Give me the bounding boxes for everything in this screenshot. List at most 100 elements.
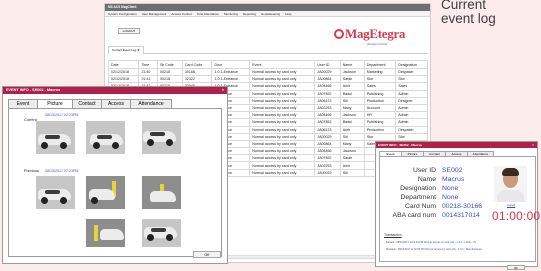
logo-mark-icon (334, 29, 344, 39)
logout-button[interactable]: LOGOUT (118, 28, 140, 34)
current-time: 08/13/2017 02:23PM (45, 113, 79, 117)
previous-time: 08/13/2017 07:23PM (45, 169, 79, 173)
menu-reporting[interactable]: Reporting (243, 11, 256, 16)
event-info-dialog-pictures: EVENT INFO - SE002 - Macrus × Event Pict… (2, 86, 228, 264)
table-cell: Publishing (363, 118, 397, 127)
table-cell: Normal access by card only (249, 75, 316, 84)
table-cell: Normal access by card only (249, 96, 316, 105)
dialog-title-bar: EVENT INFO - SE002 - Macrus × (376, 142, 537, 148)
column-header[interactable]: Department (363, 60, 397, 69)
table-cell: Designer (395, 96, 428, 105)
table-cell: JA04466 (314, 147, 341, 156)
table-cell: JA06123 (314, 125, 341, 134)
close-icon[interactable]: × (222, 87, 224, 94)
dialog-title-bar: EVENT INFO - SE002 - Macrus × (3, 87, 227, 94)
table-cell: 00218 (156, 67, 183, 77)
close-icon[interactable]: × (532, 142, 534, 148)
menu-monitoring[interactable]: Monitoring (224, 11, 238, 16)
table-cell: Normal access by card only (249, 125, 316, 134)
table-cell: Many (339, 103, 365, 113)
table-cell: Stor (363, 132, 397, 141)
transaction-text: 08/13/2017 at 02:25 PM Normal access by … (397, 248, 483, 251)
dialog-title: EVENT INFO - SE002 - Macrus (378, 143, 423, 147)
table-cell: 32322 (181, 75, 213, 84)
column-header[interactable]: Designation (395, 60, 428, 69)
camera-photo[interactable] (142, 219, 181, 247)
aba-card-num-value: 0014317014 (442, 212, 480, 219)
table-cell: 02/12/2018 (107, 75, 140, 84)
transaction-label: Previous : (386, 248, 398, 251)
table-cell: Admin (395, 118, 428, 127)
table-cell: Badul (339, 118, 365, 127)
table-cell: Sarah (339, 154, 365, 163)
table-cell: JA07852 (314, 154, 341, 163)
designation-label: Designation (400, 185, 436, 192)
table-cell: HR (363, 111, 397, 120)
table-cell: JA06123 (314, 96, 341, 105)
table-cell: Jackson (339, 67, 365, 77)
column-header[interactable]: Sit Code (156, 60, 183, 69)
table-cell: Normal access by card only (249, 147, 316, 156)
column-header[interactable]: Time (138, 60, 158, 69)
transaction-heading: Transaction (384, 233, 402, 237)
tab-current-event-log[interactable]: Current Event Log ⊗ (108, 46, 144, 54)
camera-photo[interactable] (86, 219, 125, 247)
menu-access-control[interactable]: Access Control (171, 11, 191, 16)
camera-photo[interactable] (86, 121, 125, 154)
table-cell: Normal access by card only (249, 132, 316, 141)
table-cell: Normal access by card only (249, 111, 316, 120)
table-cell: Publishing (363, 89, 397, 98)
menu-system-configuration[interactable]: System Configuration (108, 11, 137, 16)
department-value: None (442, 194, 459, 201)
table-row[interactable]: 02/12/2018 21:40 00218 30166 1.0.1-Entrance N… (107, 67, 428, 77)
camera-photo[interactable] (142, 176, 181, 209)
table-cell: Jackson (339, 147, 365, 156)
name-label: Name (417, 176, 436, 183)
table-cell: 1.0.1-Entrance (211, 75, 251, 84)
avatar (494, 166, 527, 202)
ok-button[interactable]: OK (507, 265, 525, 270)
table-cell: JA00029 (314, 132, 341, 141)
event-detail-panel: User ID SE002 Name Macrus Designation No… (379, 156, 540, 262)
menu-help[interactable]: Help (285, 11, 291, 16)
column-header[interactable]: User ID (314, 60, 341, 69)
transaction-text: 08/13/2017 at 02:23 PM Normal access by … (396, 241, 477, 244)
column-header[interactable]: Door (211, 60, 251, 69)
column-header[interactable]: Event (249, 60, 316, 69)
column-header[interactable]: Name (339, 60, 365, 69)
table-row[interactable]: 02/12/2018 21:41 00218 32322 1.0.1-Entrance N… (107, 75, 428, 84)
table-cell: JA00029 (314, 67, 341, 77)
table-cell: Sales (363, 82, 397, 91)
table-cell: Stor (395, 132, 428, 141)
designation-value: None (442, 185, 459, 192)
ok-button[interactable]: OK (193, 251, 221, 258)
menu-time-attendance[interactable]: Time Attendance (197, 11, 219, 16)
table-cell: JA04466 (314, 82, 341, 91)
table-cell: JA00864 (314, 75, 341, 84)
table-cell: JA00864 (314, 139, 341, 149)
camera-photo[interactable] (36, 176, 75, 209)
tab-close-icon[interactable]: ⊗ (137, 48, 140, 52)
table-cell: Account (363, 103, 397, 113)
window-title: MS ACS MagClient (105, 4, 430, 11)
camera-photo[interactable] (36, 121, 75, 154)
table-cell: Marketing (363, 67, 397, 77)
tab-label: Current Event Log (112, 48, 137, 52)
upload-photo-link[interactable]: Upload (507, 204, 515, 207)
camera-photo[interactable] (86, 176, 125, 209)
table-cell: Normal access by card only (249, 67, 316, 77)
column-header[interactable]: Date (107, 60, 140, 69)
table-cell: 21:41 (138, 75, 158, 84)
page-heading: Current event log (441, 0, 541, 26)
table-cell: Production (363, 125, 397, 134)
table-cell: 02/12/2018 (107, 67, 140, 77)
menu-user-management[interactable]: User Management (142, 11, 167, 16)
transaction-label: Current : (386, 241, 396, 244)
table-cell: Despatch (395, 125, 428, 134)
dialog-title: EVENT INFO - SE002 - Macrus (6, 88, 61, 92)
menu-housekeeping[interactable]: Housekeeping (261, 11, 280, 16)
camera-photo[interactable] (142, 121, 181, 154)
table-cell: Stor (363, 75, 397, 84)
column-header[interactable]: Card Code (181, 60, 213, 69)
table-cell: Amir (339, 125, 365, 134)
